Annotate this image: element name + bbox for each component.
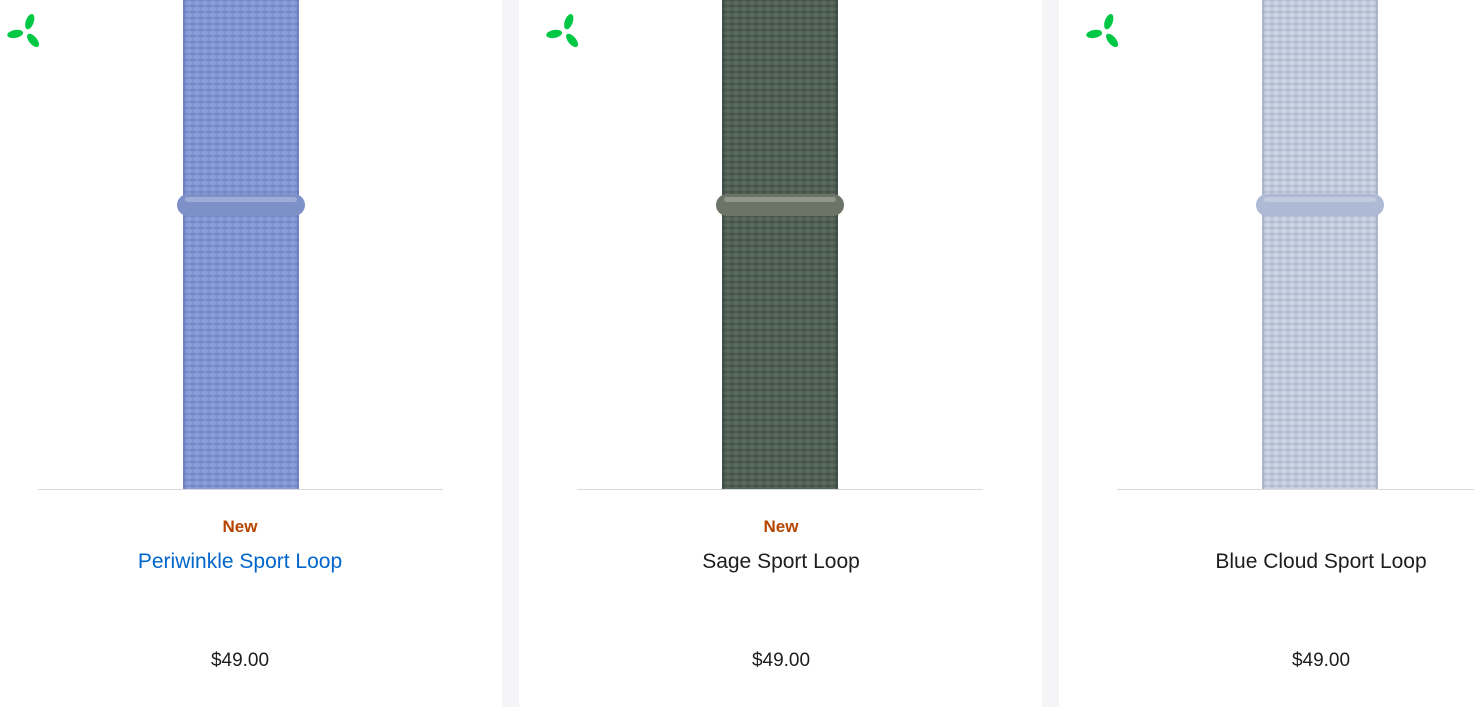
product-name-link[interactable]: Periwinkle Sport Loop (40, 550, 440, 574)
divider (38, 489, 443, 490)
product-card-sage[interactable]: New Sage Sport Loop $49.00 (519, 0, 1042, 707)
product-card-blue-cloud[interactable]: Blue Cloud Sport Loop $49.00 (1059, 0, 1474, 707)
eco-leaf-icon (1086, 14, 1119, 48)
divider (1117, 489, 1474, 490)
new-badge: New (222, 517, 258, 536)
product-card-periwinkle[interactable]: New Periwinkle Sport Loop $49.00 (0, 0, 502, 707)
product-price: $49.00 (751, 650, 811, 671)
product-grid: New Periwinkle Sport Loop $49.00 New Sag… (0, 0, 1474, 707)
divider (577, 489, 983, 490)
product-image-band (716, 0, 844, 489)
new-badge: New (763, 517, 799, 536)
eco-leaf-icon (7, 14, 40, 48)
product-image-band (1256, 0, 1384, 489)
product-price: $49.00 (1291, 650, 1351, 671)
product-image-band (177, 0, 305, 489)
product-name-link[interactable]: Sage Sport Loop (581, 550, 981, 574)
eco-leaf-icon (546, 14, 579, 48)
product-name-link[interactable]: Blue Cloud Sport Loop (1121, 550, 1474, 574)
product-price: $49.00 (210, 650, 270, 671)
